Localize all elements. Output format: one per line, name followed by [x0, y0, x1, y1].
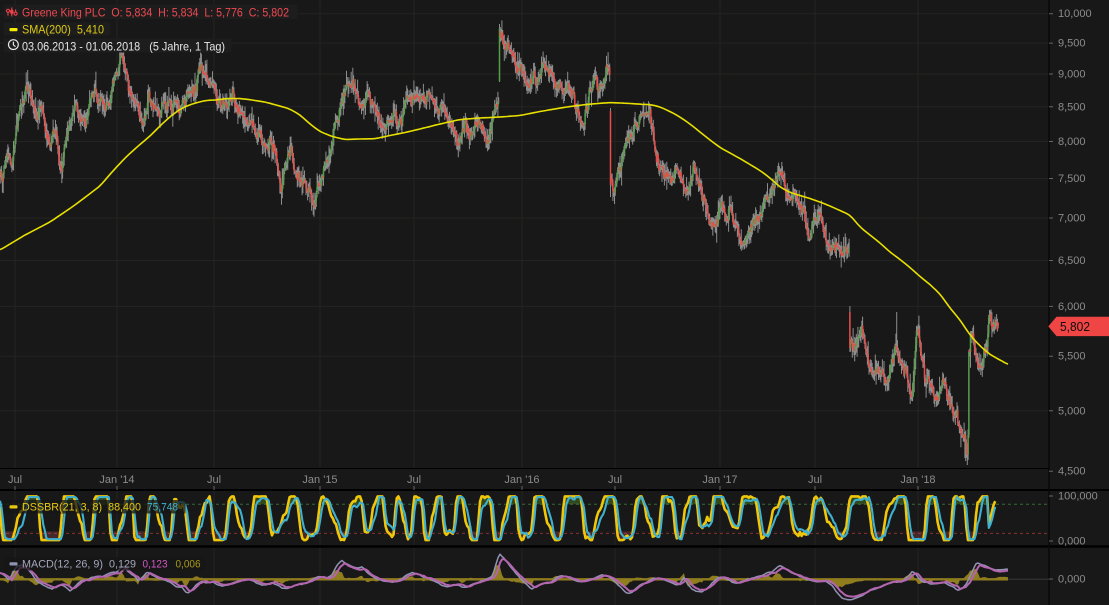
- svg-text:DSSBR(21, 3, 8) 88,400: DSSBR(21, 3, 8) 88,400: [22, 502, 141, 514]
- svg-text:9,000: 9,000: [1058, 69, 1086, 81]
- svg-text:Jul: Jul: [608, 474, 622, 486]
- svg-text:4,500: 4,500: [1058, 466, 1086, 478]
- svg-text:6,000: 6,000: [1058, 301, 1086, 313]
- svg-text:MACD(12, 26, 9) 0,129: MACD(12, 26, 9) 0,129: [22, 559, 136, 571]
- svg-text:Jan '17: Jan '17: [702, 474, 737, 486]
- svg-text:03.06.2013 - 01.06.2018 (5 J: 03.06.2013 - 01.06.2018 (5 Jahre, 1 Tag): [22, 39, 225, 53]
- svg-text:Jul: Jul: [8, 474, 22, 486]
- svg-text:0,006: 0,006: [176, 559, 201, 571]
- svg-text:Jan '16: Jan '16: [504, 474, 539, 486]
- svg-text:Jul: Jul: [207, 474, 221, 486]
- svg-text:Jul: Jul: [407, 474, 421, 486]
- svg-text:0,000: 0,000: [1058, 536, 1086, 548]
- svg-text:5,500: 5,500: [1058, 351, 1086, 363]
- svg-text:7,500: 7,500: [1058, 173, 1086, 185]
- svg-text:Greene King PLC O: 5,834 H:: Greene King PLC O: 5,834 H: 5,834 L: 5,7…: [22, 5, 289, 19]
- svg-text:9,500: 9,500: [1058, 38, 1086, 50]
- svg-text:Jul: Jul: [808, 474, 822, 486]
- svg-text:0,123: 0,123: [143, 559, 168, 571]
- svg-text:5,802: 5,802: [1060, 319, 1090, 334]
- svg-text:6,500: 6,500: [1058, 255, 1086, 267]
- svg-text:75,748: 75,748: [147, 502, 178, 514]
- svg-text:0,000: 0,000: [1058, 574, 1086, 586]
- svg-text:100,000: 100,000: [1058, 491, 1098, 503]
- svg-text:Jan '18: Jan '18: [900, 474, 935, 486]
- svg-text:Jan '14: Jan '14: [99, 474, 134, 486]
- svg-text:7,000: 7,000: [1058, 213, 1086, 225]
- svg-text:Jan '15: Jan '15: [302, 474, 337, 486]
- svg-text:8,500: 8,500: [1058, 101, 1086, 113]
- svg-text:SMA(200) 5,410: SMA(200) 5,410: [22, 22, 104, 36]
- svg-text:8,000: 8,000: [1058, 136, 1086, 148]
- svg-text:10,000: 10,000: [1058, 8, 1092, 20]
- svg-text:5,000: 5,000: [1058, 405, 1086, 417]
